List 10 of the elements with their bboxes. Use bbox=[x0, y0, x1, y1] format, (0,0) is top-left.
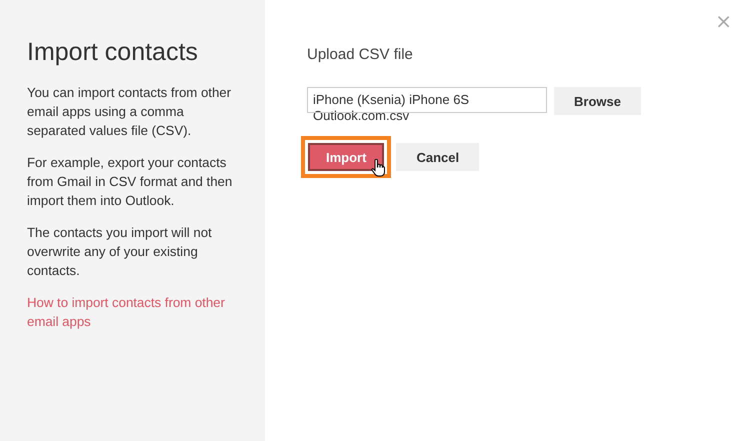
import-button[interactable]: Import bbox=[308, 143, 384, 171]
section-heading: Upload CSV file bbox=[307, 46, 414, 63]
dialog-title: Import contacts bbox=[27, 38, 199, 67]
file-input-field[interactable]: iPhone (Ksenia) iPhone 6S Outlook.com.csv bbox=[307, 87, 545, 124]
description-text: You can import contacts from other email apps using a comma separated values file (CSV). bbox=[27, 84, 232, 140]
description-text: The contacts you import will not overwrite any of your existing contacts. bbox=[27, 224, 213, 280]
cancel-button[interactable]: Cancel bbox=[396, 143, 480, 171]
browse-button[interactable]: Browse bbox=[554, 87, 641, 115]
hand-cursor-icon bbox=[371, 159, 385, 177]
description-text: For example, export your contacts from Gmail in CSV format and then import them into Outlook. bbox=[27, 154, 234, 210]
